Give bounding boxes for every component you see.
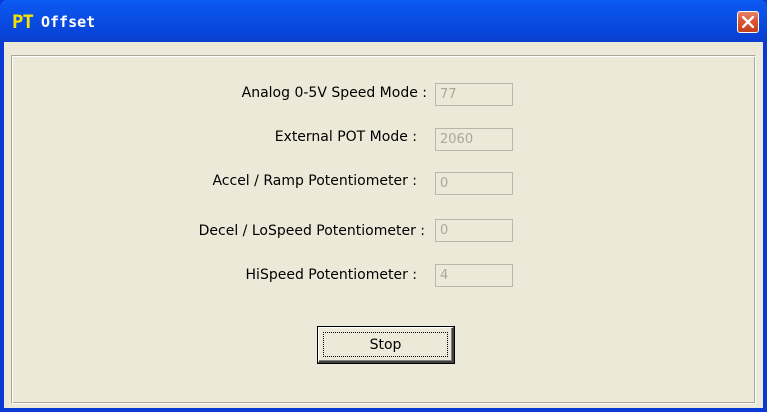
analog-speed-mode-label: Analog 0-5V Speed Mode : [241, 85, 427, 101]
analog-speed-mode-field[interactable]: 77 [435, 83, 513, 106]
decel-lospeed-pot-label: Decel / LoSpeed Potentiometer : [198, 223, 425, 239]
stop-button[interactable]: Stop [317, 326, 455, 364]
window-title: Offset [41, 13, 96, 31]
title-bar[interactable]: PT Offset [0, 0, 767, 42]
pt-app-icon: PT [12, 11, 34, 33]
stop-button-label: Stop [369, 337, 402, 353]
accel-ramp-pot-label: Accel / Ramp Potentiometer : [212, 173, 417, 189]
hispeed-pot-field[interactable]: 4 [435, 264, 513, 287]
accel-ramp-pot-field[interactable]: 0 [435, 172, 513, 195]
external-pot-mode-label: External POT Mode : [274, 129, 417, 145]
external-pot-mode-field[interactable]: 2060 [435, 128, 513, 151]
dialog-client-area: Analog 0-5V Speed Mode : 77 External POT… [4, 42, 763, 408]
offset-dialog-window: PT Offset Analog 0-5V Speed Mode : 77 Ex… [0, 0, 767, 412]
close-icon [742, 16, 754, 28]
decel-lospeed-pot-field[interactable]: 0 [435, 219, 513, 242]
hispeed-pot-label: HiSpeed Potentiometer : [245, 267, 417, 283]
close-button[interactable] [737, 11, 759, 33]
